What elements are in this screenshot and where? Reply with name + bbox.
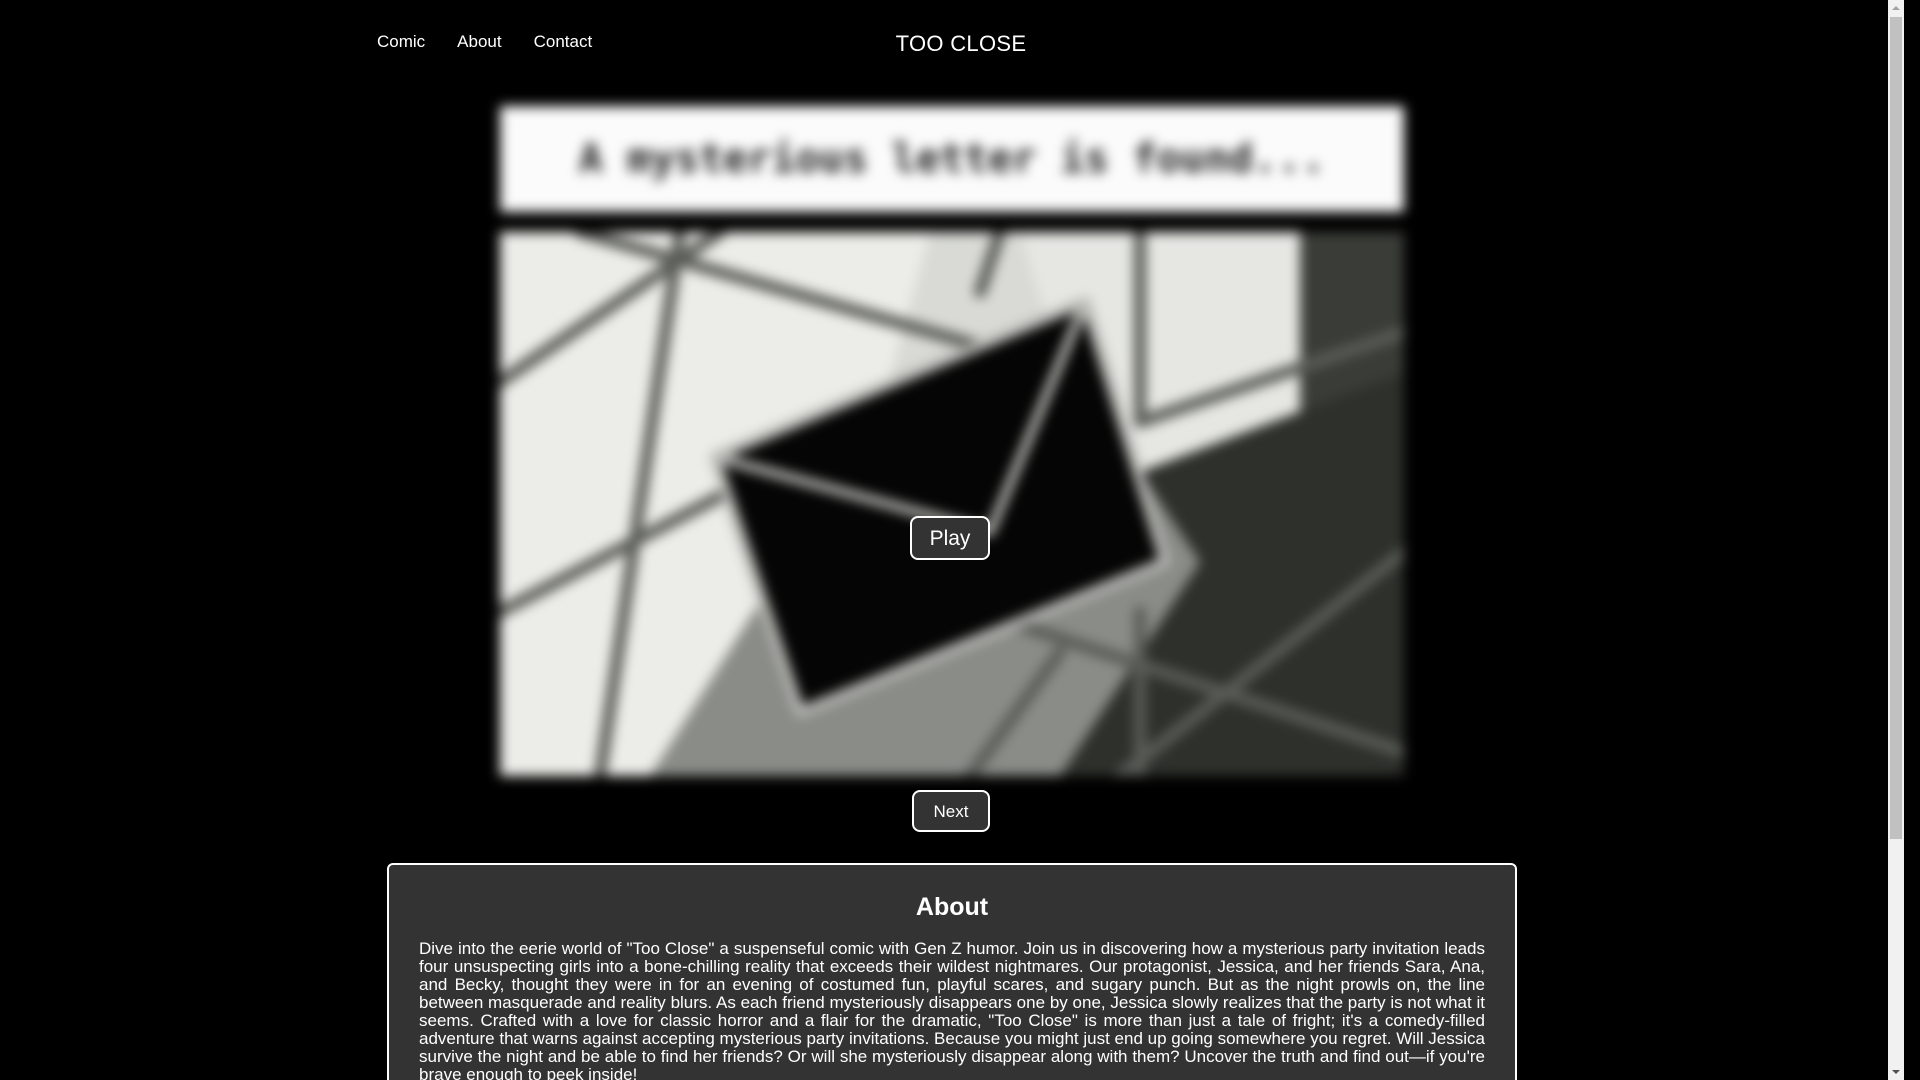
comic-image xyxy=(500,232,1404,776)
scrollbar-thumb[interactable] xyxy=(1890,17,1902,839)
comic-panel: A mysterious letter is found... xyxy=(500,106,1404,776)
site-title[interactable]: TOO CLOSE xyxy=(0,31,1904,57)
page: Comic About Contact TOO CLOSE A mysterio… xyxy=(0,0,1904,1080)
envelope-illustration xyxy=(500,232,1404,776)
scroll-down-arrow-icon[interactable] xyxy=(1888,1064,1904,1080)
about-section: About Dive into the eerie world of "Too … xyxy=(387,863,1517,1080)
next-button[interactable]: Next xyxy=(912,790,990,832)
scroll-up-arrow-icon[interactable] xyxy=(1888,0,1904,16)
comic-caption-box: A mysterious letter is found... xyxy=(500,106,1404,212)
site-header: Comic About Contact TOO CLOSE xyxy=(0,0,1904,90)
about-body: Dive into the eerie world of "Too Close"… xyxy=(419,939,1485,1080)
comic-caption: A mysterious letter is found... xyxy=(578,136,1326,182)
about-heading: About xyxy=(915,893,989,921)
vertical-scrollbar[interactable] xyxy=(1888,0,1904,1080)
play-button[interactable]: Play xyxy=(910,516,990,560)
